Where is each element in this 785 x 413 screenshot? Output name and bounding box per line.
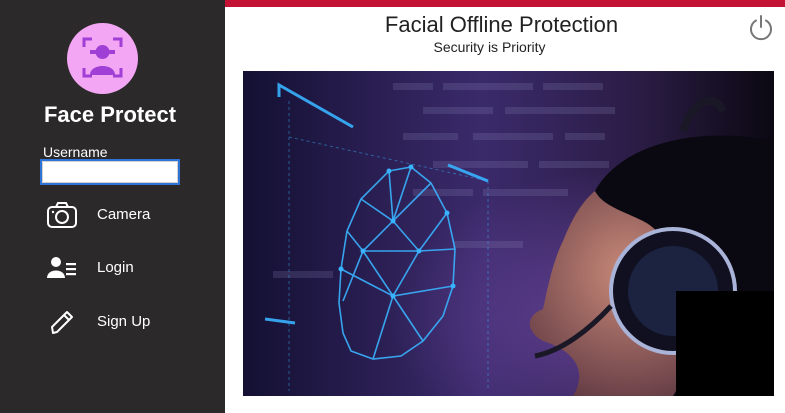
accent-bar <box>225 0 785 7</box>
sidebar: Face Protect Username Camera Login Sign … <box>0 0 225 413</box>
nav-login-label: Login <box>97 259 134 276</box>
nav-camera[interactable]: Camera <box>44 199 214 231</box>
page-subtitle: Security is Priority <box>433 39 546 55</box>
username-label: Username <box>43 144 108 160</box>
pencil-icon <box>44 306 80 338</box>
face-scan-icon <box>82 37 123 78</box>
nav-signup[interactable]: Sign Up <box>44 306 214 338</box>
power-button[interactable] <box>747 14 775 42</box>
camera-icon <box>44 199 80 231</box>
redaction-box <box>676 291 774 396</box>
user-list-icon <box>44 252 80 284</box>
page-title: Facial Offline Protection <box>384 12 619 37</box>
nav-camera-label: Camera <box>97 206 151 223</box>
brand-name: Face Protect <box>43 102 177 127</box>
nav-signup-label: Sign Up <box>97 313 151 330</box>
power-icon <box>750 15 772 41</box>
username-input[interactable] <box>40 159 180 185</box>
app-logo <box>67 23 138 94</box>
nav-login[interactable]: Login <box>44 252 214 284</box>
